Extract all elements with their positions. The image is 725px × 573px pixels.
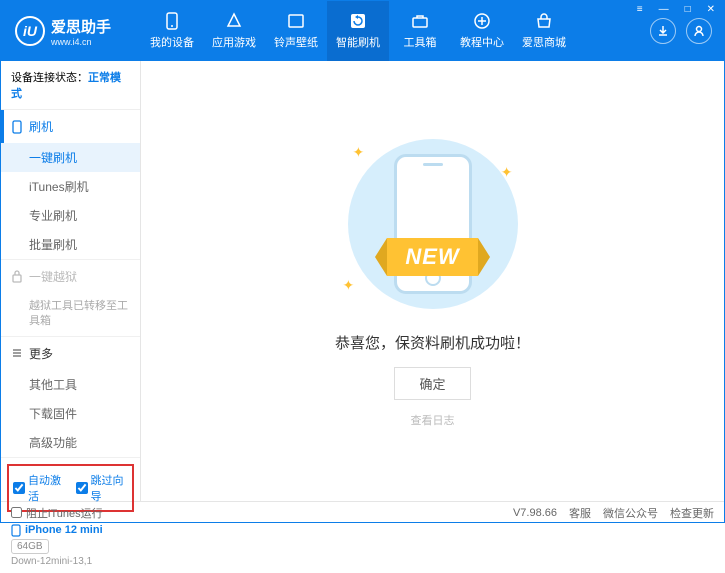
- phone-icon: [163, 12, 181, 30]
- device-info[interactable]: iPhone 12 mini 64GB Down-12mini-13,1: [1, 518, 140, 573]
- check-update-link[interactable]: 检查更新: [670, 505, 714, 521]
- header-right: [650, 18, 724, 44]
- wechat-link[interactable]: 微信公众号: [603, 505, 658, 521]
- sidebar-item-oneclick[interactable]: 一键刷机: [1, 143, 140, 172]
- app-name: 爱思助手: [51, 16, 111, 37]
- status-label: 设备连接状态：: [11, 72, 88, 84]
- sidebar-item-batch[interactable]: 批量刷机: [1, 230, 140, 259]
- checkbox-label: 自动激活: [28, 472, 66, 504]
- nav-store[interactable]: 爱思商城: [513, 1, 575, 61]
- device-name: iPhone 12 mini: [11, 524, 130, 537]
- nav-tutorials[interactable]: 教程中心: [451, 1, 513, 61]
- sidebar-item-firmware[interactable]: 下载固件: [1, 399, 140, 428]
- phone-icon: [11, 120, 23, 134]
- book-icon: [473, 12, 491, 30]
- section-flash-header[interactable]: 刷机: [1, 110, 140, 143]
- menu-icon[interactable]: ≡: [633, 2, 647, 17]
- section-title: 更多: [29, 345, 53, 362]
- logo-icon: iU: [15, 16, 45, 46]
- nav-my-device[interactable]: 我的设备: [141, 1, 203, 61]
- phone-icon: [11, 524, 21, 537]
- nav-label: 教程中心: [460, 34, 504, 50]
- device-storage: 64GB: [11, 539, 49, 554]
- user-button[interactable]: [686, 18, 712, 44]
- sidebar-item-pro[interactable]: 专业刷机: [1, 201, 140, 230]
- header: iU 爱思助手 www.i4.cn 我的设备 应用游戏 铃声壁纸 智能刷机 工具…: [1, 1, 724, 61]
- footer-left: 阻止iTunes运行: [11, 505, 103, 521]
- app-url: www.i4.cn: [51, 37, 111, 47]
- checkbox-label: 跳过向导: [91, 472, 129, 504]
- section-more-header[interactable]: 更多: [1, 337, 140, 370]
- success-message: 恭喜您，保资料刷机成功啦！: [335, 332, 530, 353]
- nav-toolbox[interactable]: 工具箱: [389, 1, 451, 61]
- toolbox-icon: [411, 12, 429, 30]
- section-title: 一键越狱: [29, 268, 77, 285]
- checkbox-auto-activate[interactable]: 自动激活: [13, 472, 66, 504]
- minimize-icon[interactable]: —: [655, 2, 673, 17]
- window-controls: ≡ — □ ✕: [633, 2, 719, 17]
- checkbox-input[interactable]: [76, 482, 88, 494]
- main-content: ✦ ✦ ✦ NEW 恭喜您，保资料刷机成功啦！ 确定 查看日志: [141, 61, 724, 501]
- image-icon: [287, 12, 305, 30]
- success-illustration: ✦ ✦ ✦ NEW: [313, 134, 553, 314]
- section-more: 更多 其他工具 下载固件 高级功能: [1, 337, 140, 458]
- store-icon: [535, 12, 553, 30]
- refresh-icon: [349, 12, 367, 30]
- nav-label: 工具箱: [404, 34, 437, 50]
- nav-apps[interactable]: 应用游戏: [203, 1, 265, 61]
- checkbox-skip-guide[interactable]: 跳过向导: [76, 472, 129, 504]
- checkbox-input[interactable]: [11, 507, 22, 518]
- version-label: V7.98.66: [513, 507, 557, 519]
- checkbox-input[interactable]: [13, 482, 25, 494]
- device-model: Down-12mini-13,1: [11, 556, 130, 567]
- nav: 我的设备 应用游戏 铃声壁纸 智能刷机 工具箱 教程中心 爱思商城: [141, 1, 650, 61]
- section-jailbreak-header[interactable]: 一键越狱: [1, 260, 140, 293]
- ok-button[interactable]: 确定: [394, 367, 470, 400]
- footer-right: V7.98.66 客服 微信公众号 检查更新: [513, 505, 714, 521]
- nav-label: 智能刷机: [336, 34, 380, 50]
- logo-area: iU 爱思助手 www.i4.cn: [1, 16, 141, 47]
- connection-status: 设备连接状态：正常模式: [1, 61, 140, 110]
- sidebar-item-other[interactable]: 其他工具: [1, 370, 140, 399]
- sidebar: 设备连接状态：正常模式 刷机 一键刷机 iTunes刷机 专业刷机 批量刷机 一…: [1, 61, 141, 501]
- lock-icon: [11, 270, 23, 283]
- nav-ringtones[interactable]: 铃声壁纸: [265, 1, 327, 61]
- block-itunes-checkbox[interactable]: 阻止iTunes运行: [11, 505, 103, 521]
- maximize-icon[interactable]: □: [681, 2, 695, 17]
- section-flash: 刷机 一键刷机 iTunes刷机 专业刷机 批量刷机: [1, 110, 140, 260]
- nav-label: 我的设备: [150, 34, 194, 50]
- close-icon[interactable]: ✕: [703, 2, 719, 17]
- download-button[interactable]: [650, 18, 676, 44]
- nav-label: 铃声壁纸: [274, 34, 318, 50]
- nav-label: 应用游戏: [212, 34, 256, 50]
- block-itunes-label: 阻止iTunes运行: [26, 505, 103, 521]
- section-jailbreak: 一键越狱 越狱工具已转移至工具箱: [1, 260, 140, 337]
- section-title: 刷机: [29, 118, 53, 135]
- nav-flash[interactable]: 智能刷机: [327, 1, 389, 61]
- menu-icon: [11, 347, 23, 359]
- sidebar-item-itunes[interactable]: iTunes刷机: [1, 172, 140, 201]
- sidebar-item-advanced[interactable]: 高级功能: [1, 428, 140, 457]
- jailbreak-note: 越狱工具已转移至工具箱: [1, 293, 140, 336]
- new-ribbon: NEW: [387, 238, 477, 276]
- view-log-link[interactable]: 查看日志: [411, 412, 455, 428]
- nav-label: 爱思商城: [522, 34, 566, 50]
- apps-icon: [225, 12, 243, 30]
- service-link[interactable]: 客服: [569, 505, 591, 521]
- body: 设备连接状态：正常模式 刷机 一键刷机 iTunes刷机 专业刷机 批量刷机 一…: [1, 61, 724, 501]
